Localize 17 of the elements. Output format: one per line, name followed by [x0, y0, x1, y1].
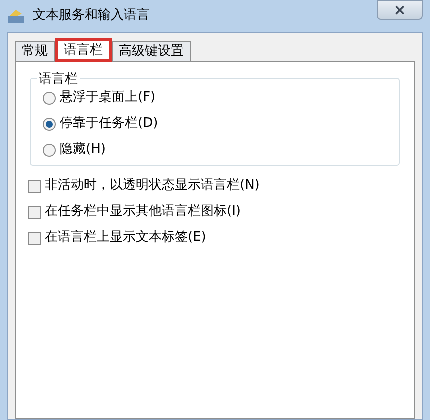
radio-button[interactable]	[43, 92, 56, 104]
checkbox-option[interactable]: 在任务栏中显示其他语言栏图标(I)	[28, 203, 402, 221]
radio-option[interactable]: 隐藏(H)	[43, 141, 387, 159]
tab[interactable]: 常规	[15, 41, 55, 61]
checkbox-option[interactable]: 在语言栏上显示文本标签(E)	[28, 229, 402, 247]
tab[interactable]: 语言栏	[55, 38, 112, 62]
checkbox[interactable]	[28, 232, 41, 244]
tab[interactable]: 高级键设置	[112, 41, 191, 61]
radio-option[interactable]: 悬浮于桌面上(F)	[43, 89, 387, 107]
radio-option[interactable]: 停靠于任务栏(D)	[43, 115, 387, 133]
checkbox[interactable]	[28, 206, 41, 218]
close-button[interactable]: ×	[377, 0, 423, 20]
radio-button[interactable]	[43, 144, 56, 156]
checkbox-option[interactable]: 非活动时，以透明状态显示语言栏(N)	[28, 177, 402, 195]
window-title: 文本服务和输入语言	[33, 7, 150, 26]
radio-button[interactable]	[43, 118, 56, 130]
checkbox[interactable]	[28, 180, 41, 192]
